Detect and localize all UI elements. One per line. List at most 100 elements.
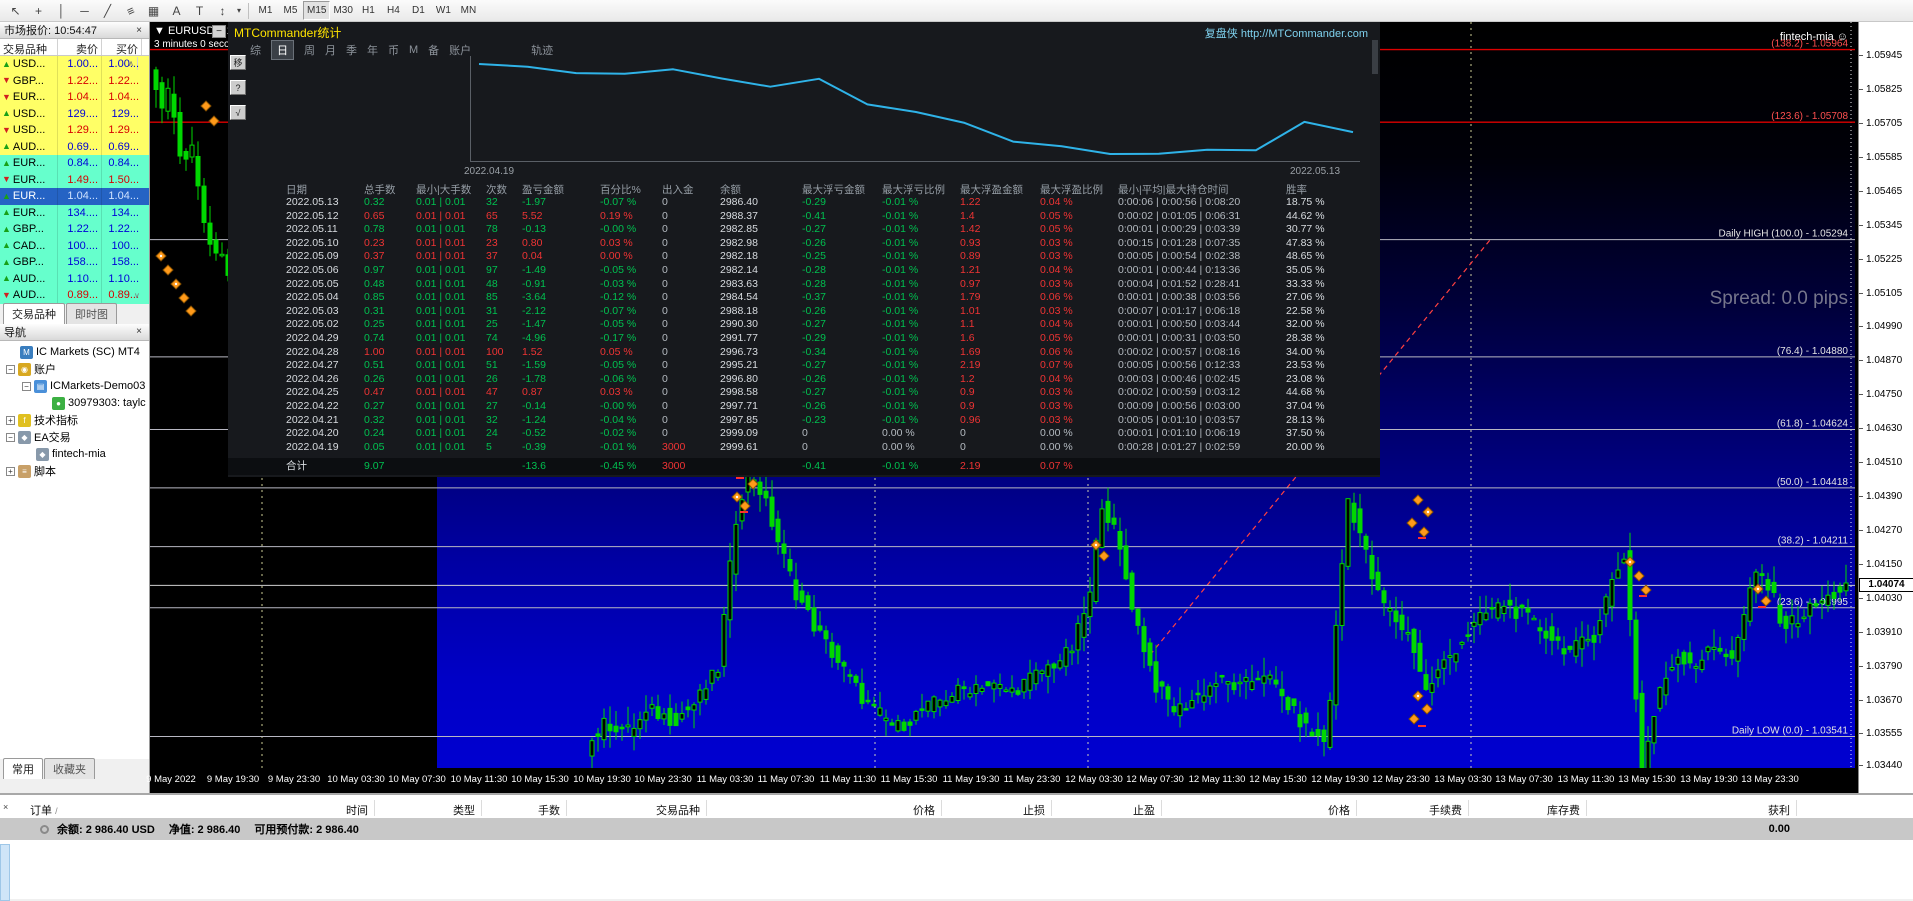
crosshair-icon[interactable]: + xyxy=(27,1,50,20)
navigator-item[interactable]: ◆ fintech-mia xyxy=(0,446,149,463)
navigator-item[interactable]: − ◆ EA交易 xyxy=(0,429,149,446)
stats-tab-2[interactable]: 周 xyxy=(304,42,315,58)
terminal-column-10[interactable]: 库存费 xyxy=(1547,802,1580,818)
navigator-item[interactable]: + ≡ 脚本 xyxy=(0,463,149,480)
arrows-icon[interactable]: ↕ xyxy=(211,1,234,20)
stats-row[interactable]: 2022.04.27 0.51 0.01 | 0.01 51 -1.59 -0.05 % 0… xyxy=(286,359,1376,373)
stats-tab-7[interactable]: M xyxy=(409,44,418,56)
column-buy[interactable]: 买价 ∧ xyxy=(102,39,142,70)
scroll-down-icon[interactable]: ∨ xyxy=(134,291,140,300)
market-watch-row[interactable]: ▼ AUD... 0.89... 0.89... ∨ xyxy=(0,287,149,304)
navigator-item[interactable]: M IC Markets (SC) MT4 xyxy=(0,344,149,361)
market-watch-titlebar[interactable]: 市场报价: 10:54:47 × xyxy=(0,22,149,39)
timeframe-w1[interactable]: W1 xyxy=(431,1,456,20)
price-scale[interactable]: 1.05945 1.05825 1.05705 1.05585 1.05465 1.053… xyxy=(1858,22,1913,793)
minimize-button[interactable]: − xyxy=(212,25,226,38)
grid-icon[interactable]: ▦ xyxy=(142,1,165,20)
column-symbol[interactable]: 交易品种 xyxy=(0,39,58,56)
stats-tab-3[interactable]: 月 xyxy=(325,42,336,58)
stats-row[interactable]: 2022.05.02 0.25 0.01 | 0.01 25 -1.47 -0.05 % 0… xyxy=(286,318,1376,332)
navigator-item[interactable]: − ◉ 账户 xyxy=(0,361,149,378)
market-watch-row[interactable]: ▲ EUR... 0.84... 0.84... xyxy=(0,155,149,172)
close-icon[interactable]: × xyxy=(3,802,8,812)
stats-row[interactable]: 2022.04.19 0.05 0.01 | 0.01 5 -0.39 -0.01 % 30… xyxy=(286,441,1376,455)
terminal-column-2[interactable]: 类型 xyxy=(453,802,475,818)
market-watch-row[interactable]: ▲ USD... 129.... 129... xyxy=(0,105,149,122)
stats-row[interactable]: 2022.05.11 0.78 0.01 | 0.01 78 -0.13 -0.00 % 0… xyxy=(286,223,1376,237)
text-label-icon[interactable]: T xyxy=(188,1,211,20)
stats-row[interactable]: 2022.05.10 0.23 0.01 | 0.01 23 0.80 0.03 % 0 29… xyxy=(286,237,1376,251)
fibonacci-icon[interactable]: ≡ xyxy=(116,0,145,24)
stats-row[interactable]: 2022.04.20 0.24 0.01 | 0.01 24 -0.52 -0.02 % 0… xyxy=(286,427,1376,441)
dropdown-icon[interactable]: ▾ xyxy=(234,1,244,20)
timeframe-h4[interactable]: H4 xyxy=(381,1,406,20)
market-watch-row[interactable]: ▲ GBP... 1.22... 1.22... xyxy=(0,221,149,238)
stats-row[interactable]: 2022.04.22 0.27 0.01 | 0.01 27 -0.14 -0.00 % 0… xyxy=(286,400,1376,414)
horizontal-line-icon[interactable]: ─ xyxy=(73,1,96,20)
expand-icon[interactable]: + xyxy=(6,466,15,476)
stats-row[interactable]: 2022.04.28 1.00 0.01 | 0.01 100 1.52 0.05 % 0 2… xyxy=(286,346,1376,360)
terminal-column-11[interactable]: 获利 xyxy=(1768,802,1790,818)
stats-row[interactable]: 2022.05.12 0.65 0.01 | 0.01 65 5.52 0.19 % 0 29… xyxy=(286,210,1376,224)
market-watch-row[interactable]: ▼ EUR... 1.04... 1.04... xyxy=(0,89,149,106)
market-watch-row[interactable]: ▼ GBP... 1.22... 1.22... xyxy=(0,72,149,89)
navigator-item[interactable]: + f 技术指标 xyxy=(0,412,149,429)
column-sell[interactable]: 卖价 xyxy=(58,39,102,56)
stats-row[interactable]: 2022.05.05 0.48 0.01 | 0.01 48 -0.91 -0.03 % 0… xyxy=(286,278,1376,292)
stats-row[interactable]: 2022.05.09 0.37 0.01 | 0.01 37 0.04 0.00 % 0 29… xyxy=(286,250,1376,264)
market-watch-tab-tick-chart[interactable]: 即时图 xyxy=(66,302,117,324)
stats-row[interactable]: 2022.04.26 0.26 0.01 | 0.01 26 -1.78 -0.06 % 0… xyxy=(286,373,1376,387)
timeframe-h1[interactable]: H1 xyxy=(356,1,381,20)
timeframe-d1[interactable]: D1 xyxy=(406,1,431,20)
market-watch-row[interactable]: ▲ AUD... 0.69... 0.69... xyxy=(0,138,149,155)
stats-row[interactable]: 2022.04.25 0.47 0.01 | 0.01 47 0.87 0.03 % 0 29… xyxy=(286,386,1376,400)
stats-tab-0[interactable]: 综 xyxy=(250,42,261,58)
close-icon[interactable]: × xyxy=(133,326,145,337)
overlay-tool-button-1[interactable]: ? xyxy=(230,80,246,95)
terminal-column-1[interactable]: 时间 xyxy=(346,802,368,818)
navigator-tab-favorites[interactable]: 收藏夹 xyxy=(44,757,95,779)
stats-tab-5[interactable]: 年 xyxy=(367,42,378,58)
close-icon[interactable]: × xyxy=(133,25,145,36)
vertical-line-icon[interactable]: │ xyxy=(50,1,73,20)
navigator-item[interactable]: − ▤ ICMarkets-Demo03 xyxy=(0,378,149,395)
timeframe-m5[interactable]: M5 xyxy=(278,1,303,20)
panel-scrollbar[interactable] xyxy=(1372,40,1378,74)
terminal-column-3[interactable]: 手数 xyxy=(538,802,560,818)
stats-row[interactable]: 2022.04.21 0.32 0.01 | 0.01 32 -1.24 -0.04 % 0… xyxy=(286,414,1376,428)
stats-row[interactable]: 2022.04.29 0.74 0.01 | 0.01 74 -4.96 -0.17 % 0… xyxy=(286,332,1376,346)
timeframe-m1[interactable]: M1 xyxy=(253,1,278,20)
text-icon[interactable]: A xyxy=(165,1,188,20)
stats-tab-8[interactable]: 备 xyxy=(428,42,439,58)
navigator-tab-common[interactable]: 常用 xyxy=(3,757,43,779)
terminal-scroll-strip[interactable] xyxy=(0,844,10,901)
market-watch-row[interactable]: ▲ AUD... 1.10... 1.10... xyxy=(0,270,149,287)
terminal-column-9[interactable]: 手续费 xyxy=(1429,802,1462,818)
timeframe-m15[interactable]: M15 xyxy=(303,1,331,20)
time-axis[interactable]: 9 May 2022 9 May 19:30 9 May 23:30 10 May 0… xyxy=(146,768,1858,793)
collapse-icon[interactable]: − xyxy=(6,432,15,442)
market-watch-row[interactable]: ▲ GBP... 158.... 158... xyxy=(0,254,149,271)
stats-row[interactable]: 2022.05.06 0.97 0.01 | 0.01 97 -1.49 -0.05 % 0… xyxy=(286,264,1376,278)
stats-row[interactable]: 2022.05.04 0.85 0.01 | 0.01 85 -3.64 -0.12 % 0… xyxy=(286,291,1376,305)
stats-tab-1[interactable]: 日 xyxy=(271,40,294,60)
stats-tab-6[interactable]: 币 xyxy=(388,42,399,58)
trendline-icon[interactable]: ╱ xyxy=(96,1,119,20)
stats-row[interactable]: 2022.05.13 0.32 0.01 | 0.01 32 -1.97 -0.07 % 0… xyxy=(286,196,1376,210)
terminal-column-6[interactable]: 止损 xyxy=(1023,802,1045,818)
market-watch-row[interactable]: ▼ EUR... 1.49... 1.50... xyxy=(0,171,149,188)
market-watch-row[interactable]: ▲ USD... 1.00... 1.00... xyxy=(0,56,149,73)
mtcommander-brand-link[interactable]: 复盘侠 http://MTCommander.com xyxy=(1205,25,1368,41)
timeframe-m30[interactable]: M30 xyxy=(330,1,355,20)
cursor-icon[interactable]: ↖ xyxy=(4,1,27,20)
terminal-column-7[interactable]: 止盈 xyxy=(1133,802,1155,818)
market-watch-row[interactable]: ▲ EUR... 134.... 134... xyxy=(0,204,149,221)
navigator-titlebar[interactable]: 导航 × xyxy=(0,323,149,341)
timeframe-mn[interactable]: MN xyxy=(456,1,481,20)
terminal-column-8[interactable]: 价格 xyxy=(1328,802,1350,818)
market-watch-tab-symbols[interactable]: 交易品种 xyxy=(3,302,65,324)
stats-tab-4[interactable]: 季 xyxy=(346,42,357,58)
terminal-column-4[interactable]: 交易品种 xyxy=(656,802,700,818)
terminal-column-0[interactable]: 订单 / xyxy=(30,802,58,818)
mtcommander-panel[interactable]: MTCommander统计 复盘侠 http://MTCommander.com… xyxy=(228,22,1380,477)
